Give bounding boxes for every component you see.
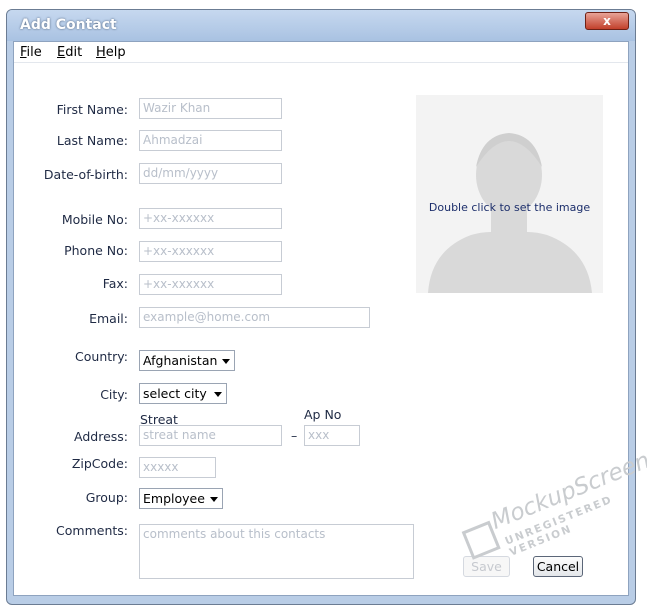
country-label: Country:: [75, 349, 128, 364]
phone-label: Phone No:: [64, 243, 128, 258]
phone-field[interactable]: +xx-xxxxxx: [139, 241, 282, 262]
apt-no-label: Ap No: [304, 407, 342, 422]
group-label: Group:: [85, 490, 128, 505]
comments-field[interactable]: comments about this contacts: [139, 524, 414, 579]
person-silhouette-icon: [428, 133, 592, 293]
menu-file[interactable]: File: [20, 45, 42, 60]
save-button[interactable]: Save: [463, 556, 510, 577]
email-field[interactable]: example@home.com: [139, 307, 370, 328]
mobile-label: Mobile No:: [61, 212, 128, 227]
country-select[interactable]: Afghanistan: [139, 350, 235, 371]
zipcode-field[interactable]: xxxxx: [139, 457, 216, 478]
fax-field[interactable]: +xx-xxxxxx: [139, 274, 282, 295]
menu-help[interactable]: Help: [96, 45, 126, 60]
group-value: Employee: [143, 491, 205, 506]
address-separator: –: [291, 428, 298, 443]
apt-no-field[interactable]: xxx: [304, 425, 360, 446]
cancel-button[interactable]: Cancel: [533, 556, 583, 577]
chevron-down-icon: [210, 497, 218, 502]
city-label: City:: [100, 387, 128, 402]
last-name-field[interactable]: Ahmadzai: [139, 130, 282, 151]
first-name-field[interactable]: Wazir Khan: [139, 98, 282, 119]
comments-label: Comments:: [56, 523, 128, 538]
first-name-label: First Name:: [56, 102, 128, 117]
city-value: select city: [143, 386, 207, 401]
title-bar[interactable]: Add Contact x: [7, 10, 635, 41]
chevron-down-icon: [222, 359, 230, 364]
window-title: Add Contact: [20, 17, 117, 33]
photo-hint: Double click to set the image: [428, 201, 591, 214]
dob-field[interactable]: dd/mm/yyyy: [139, 163, 282, 184]
menu-edit[interactable]: Edit: [57, 45, 82, 60]
mobile-field[interactable]: +xx-xxxxxx: [139, 208, 282, 229]
email-label: Email:: [89, 311, 128, 326]
close-icon: x: [603, 14, 611, 28]
zipcode-label: ZipCode:: [71, 456, 128, 471]
close-button[interactable]: x: [585, 12, 629, 30]
chevron-down-icon: [214, 392, 222, 397]
menu-bar: File Edit Help: [14, 42, 628, 63]
address-label: Address:: [74, 429, 128, 444]
last-name-label: Last Name:: [56, 133, 128, 148]
add-contact-window: Add Contact x File Edit Help First Name:…: [6, 9, 636, 605]
fax-label: Fax:: [102, 276, 128, 291]
country-value: Afghanistan: [143, 353, 218, 368]
contact-photo-area[interactable]: Double click to set the image: [416, 95, 603, 293]
city-select[interactable]: select city: [139, 383, 227, 404]
group-select[interactable]: Employee: [139, 488, 223, 509]
street-field[interactable]: streat name: [139, 425, 282, 446]
dob-label: Date-of-birth:: [43, 167, 128, 182]
dialog-client-area: File Edit Help First Name: Wazir Khan La…: [13, 41, 629, 596]
